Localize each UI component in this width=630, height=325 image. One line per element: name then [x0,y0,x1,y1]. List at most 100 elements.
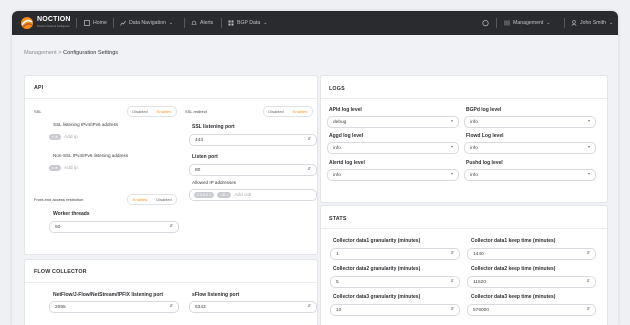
ssl-listen-label: SSL listening IPv4/IPv6 address [53,122,119,127]
nav-alerts-label: Alerts [200,20,214,26]
flowd-log-select[interactable]: info ▾ [464,142,596,154]
apid-log-value: debug [333,119,347,125]
breadcrumb-parent[interactable]: Management [24,50,57,56]
stepper-icon[interactable]: ⇵ [170,223,173,228]
ssl-disabled-option[interactable]: Disabled [128,107,152,116]
collector3-keep-value: 576000 [473,307,490,313]
stats-panel: STATS Collector data1 granularity (minut… [320,205,608,325]
ssl-label: SSL [34,109,42,114]
flowd-log-value: info [470,145,478,151]
flowd-log-label: Flowd Log level [466,133,504,139]
flow-collector-title: FLOW COLLECTOR [34,269,87,275]
bgpd-log-select[interactable]: info ▾ [464,116,596,128]
stepper-icon[interactable]: ⇵ [308,166,311,171]
pushd-log-label: Pushd log level [466,160,503,166]
ssl-port-value: 443 [195,137,204,143]
sflow-port-label: sFlow listening port [192,292,240,298]
stepper-icon[interactable]: ⇵ [587,278,590,283]
ssl-port-input[interactable]: 443 ⇵ [189,134,317,146]
apid-log-label: APId log level [329,107,362,113]
ssl-redirect-toggle[interactable]: Disabled Enabled [263,106,313,117]
worker-threads-input[interactable]: 50 ⇵ [49,221,179,233]
stepper-icon[interactable]: ⇵ [308,136,311,141]
redirect-enabled-option[interactable]: Enabled [288,107,312,116]
nav-divider [76,18,77,28]
allowed-ip-chip[interactable]: ::/0 × [217,192,232,198]
dropdown-caret-icon: ▾ [450,171,453,176]
dropdown-caret-icon: ▾ [450,144,453,149]
aggd-log-label: Aggd log level [329,133,364,139]
nonssl-listen-input[interactable]: x ★ Add ip [49,163,177,173]
collector2-granularity-input[interactable]: 5 ⇵ [330,276,460,288]
ssl-port-label: SSL listening port [192,124,235,130]
collector1-keep-value: 1440 [473,251,484,257]
collector1-keep-input[interactable]: 1440 ⇵ [467,248,596,260]
collector2-granularity-value: 5 [336,279,339,285]
chevron-down-icon: ⌄ [546,20,551,26]
frontend-restriction-toggle[interactable]: Enabled Disabled [127,194,177,205]
listen-port-input[interactable]: 80 ⇵ [189,164,317,176]
collector3-granularity-input[interactable]: 10 ⇵ [330,304,460,316]
dropdown-caret-icon: ▾ [587,118,590,123]
dropdown-caret-icon: ▾ [587,171,590,176]
nav-data-navigation[interactable]: Data Navigation ⌄ [120,11,173,35]
collector1-keep-label: Collector data1 keep time (minutes) [471,238,556,244]
dropdown-caret-icon: ▾ [450,118,453,123]
aggd-log-select[interactable]: info ▾ [327,142,459,154]
allowed-ip-chip[interactable]: 0.0.0.0 × [194,192,215,198]
collector3-keep-input[interactable]: 576000 ⇵ [467,304,596,316]
pushd-log-value: info [470,172,478,178]
ssl-listen-chip[interactable]: x ★ [49,134,62,140]
stepper-icon[interactable]: ⇵ [308,303,311,308]
collector2-keep-label: Collector data2 keep time (minutes) [471,266,556,272]
divider [25,282,317,283]
stepper-icon[interactable]: ⇵ [587,250,590,255]
allowed-ip-input[interactable]: 0.0.0.0 × ::/0 × Add cidr [189,189,317,201]
user-icon [571,20,577,26]
alertd-log-select[interactable]: info ▾ [327,169,459,181]
stepper-icon[interactable]: ⇵ [451,250,454,255]
netflow-port-input[interactable]: 2055 ⇵ [49,301,179,313]
divider [25,98,317,99]
redirect-disabled-option[interactable]: Disabled [264,107,288,116]
aggd-log-value: info [333,145,341,151]
collector2-keep-input[interactable]: 11520 ⇵ [467,276,596,288]
nav-divider [113,18,114,28]
nav-divider [221,18,222,28]
pushd-log-select[interactable]: info ▾ [464,169,596,181]
frontend-disabled-option[interactable]: Disabled [152,195,176,204]
ssl-listen-placeholder: Add ip [64,134,78,140]
ssl-listen-input[interactable]: x ★ Add ip [49,132,177,142]
nav-alerts[interactable]: Alerts [191,11,213,35]
nav-management[interactable]: Management ⌄ [504,11,551,35]
breadcrumb-separator: > [58,50,62,56]
home-icon [84,20,90,26]
nav-home[interactable]: Home [84,11,107,35]
apid-log-select[interactable]: debug ▾ [327,116,459,128]
notifications-button[interactable] [482,11,492,35]
frontend-enabled-option[interactable]: Enabled [128,195,152,204]
sflow-port-input[interactable]: 6343 ⇵ [189,301,317,313]
stepper-icon[interactable]: ⇵ [451,278,454,283]
nav-data-navigation-label: Data Navigation [129,20,166,26]
divider [321,98,607,99]
stepper-icon[interactable]: ⇵ [587,306,590,311]
allowed-ip-placeholder: Add cidr [234,192,252,198]
listen-port-value: 80 [195,167,201,173]
ssl-toggle[interactable]: Disabled Enabled [127,106,177,117]
chevron-down-icon: ⌄ [608,20,614,26]
brand-tagline: Noction Network Intelligence [37,25,70,28]
sliders-icon [504,20,510,26]
collector1-granularity-input[interactable]: 1 ⇵ [330,248,460,260]
ssl-enabled-option[interactable]: Enabled [152,107,176,116]
worker-threads-label: Worker threads [53,211,90,217]
user-name: John Smith [580,20,606,26]
user-menu[interactable]: John Smith ⌄ [571,11,613,35]
stepper-icon[interactable]: ⇵ [451,306,454,311]
nav-bgp-data-label: BGP Data [237,20,261,26]
collector2-keep-value: 11520 [473,279,486,285]
nav-bgp-data[interactable]: BGP Data ⌄ [228,11,268,35]
stepper-icon[interactable]: ⇵ [170,303,173,308]
nonssl-listen-chip[interactable]: x ★ [49,165,62,171]
nonssl-listen-label: Non-SSL IPv4/IPv6 listening address [53,153,129,158]
